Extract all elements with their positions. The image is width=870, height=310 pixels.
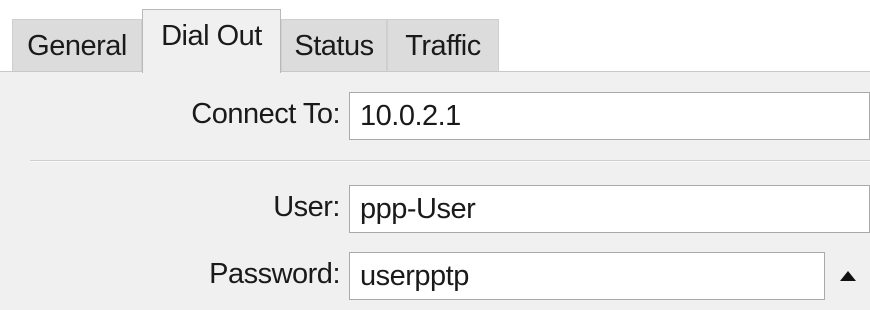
dial-out-window: General Dial Out Status Traffic Connect … [0,0,870,310]
connect-to-input[interactable]: 10.0.2.1 [349,92,870,140]
tab-strip-divider [0,71,870,72]
user-input[interactable]: ppp-User [349,185,870,233]
triangle-up-icon [840,271,856,281]
connect-to-label: Connect To: [191,98,340,130]
tab-general[interactable]: General [12,19,142,72]
tab-dial-out[interactable]: Dial Out [142,9,281,73]
tab-traffic[interactable]: Traffic [387,19,499,72]
user-label: User: [273,191,340,223]
password-label: Password: [209,258,340,290]
tab-strip: General Dial Out Status Traffic [0,0,870,73]
section-separator-highlight [30,161,870,162]
password-toggle-button[interactable] [834,262,862,290]
password-input[interactable]: userpptp [349,252,825,300]
tab-status[interactable]: Status [281,19,387,72]
